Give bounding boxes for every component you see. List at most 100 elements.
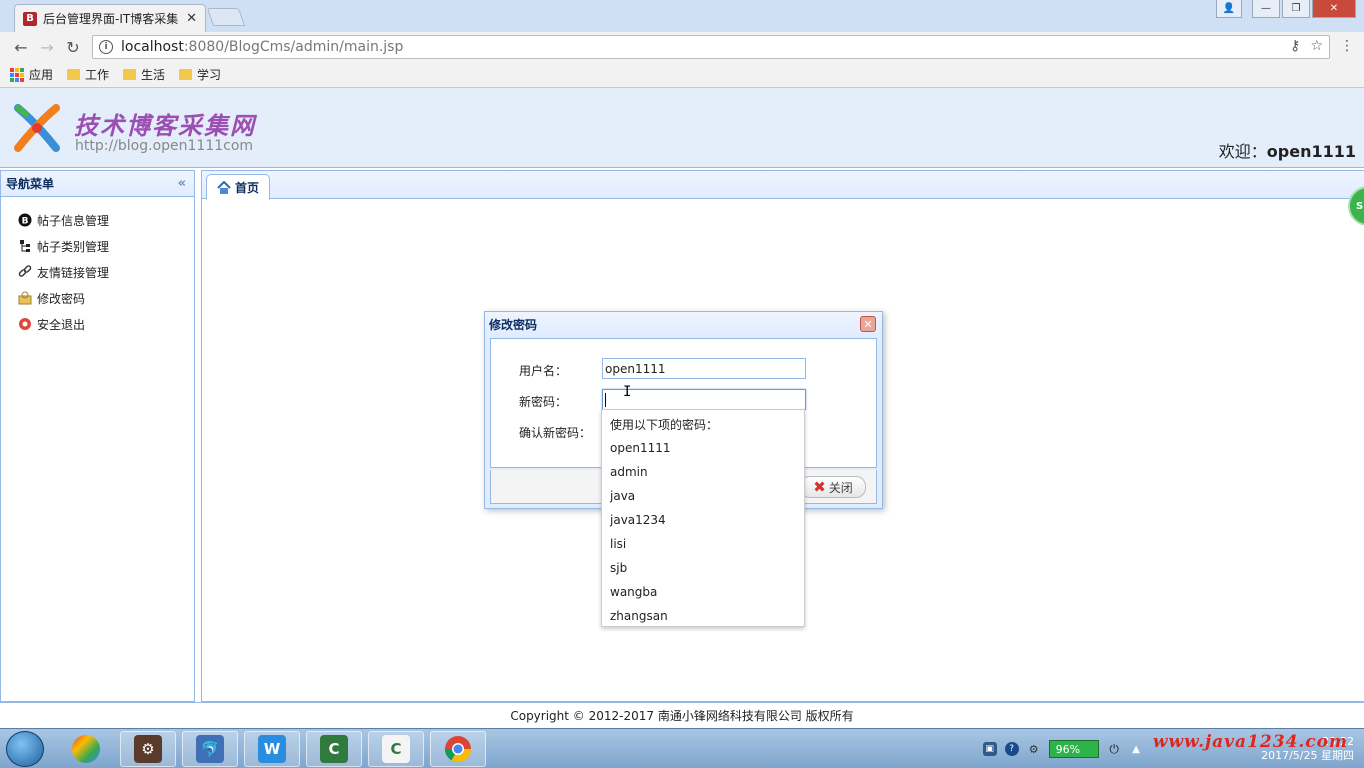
bookmark-label: 学习 xyxy=(197,68,222,82)
confirm-password-label: 确认新密码： xyxy=(519,426,592,440)
nav-item-label: 修改密码 xyxy=(37,291,86,306)
windows-taskbar: ⚙ 🐬 W C C ▣ ? ⚙ 96% ⏻ ▲ 23:22 2017/5/25 … xyxy=(0,728,1364,768)
nav-panel-header: 导航菜单 « xyxy=(1,171,194,197)
nav-item-label: 友情链接管理 xyxy=(37,265,110,280)
tray-icon[interactable]: ▣ xyxy=(982,742,997,756)
autocomplete-item[interactable]: java1234 xyxy=(602,508,804,532)
taskbar-app-camtasia[interactable]: C xyxy=(306,731,362,767)
nav-panel-title: 导航菜单 xyxy=(6,177,55,191)
username-label: 用户名： xyxy=(519,364,568,378)
start-button[interactable] xyxy=(6,731,44,767)
chrome-icon xyxy=(444,736,472,763)
show-hidden-icon[interactable]: ▲ xyxy=(1129,742,1143,756)
bookmark-label: 应用 xyxy=(29,68,54,82)
close-button-label: 关闭 xyxy=(828,480,853,495)
nav-item-change-password[interactable]: 修改密码 xyxy=(1,285,194,311)
autocomplete-item[interactable]: open1111 xyxy=(602,436,804,460)
window-controls: 👤 — ❐ ✕ xyxy=(1216,0,1356,18)
page-footer: Copyright © 2012-2017 南通小锋网络科技有限公司 版权所有 xyxy=(0,702,1364,728)
new-password-field[interactable] xyxy=(602,389,806,410)
apps-grid-icon xyxy=(10,67,24,82)
autocomplete-item[interactable]: wangba xyxy=(602,580,804,604)
bookmark-label: 工作 xyxy=(85,68,110,82)
dialog-header: 修改密码 xyxy=(485,312,882,336)
copyright-text: Copyright © 2012-2017 南通小锋网络科技有限公司 版权所有 xyxy=(510,709,854,723)
site-logo-title: 技术博客采集网 xyxy=(74,111,256,140)
site-header: 技术博客采集网 http://blog.open1111com 欢迎：open1… xyxy=(0,88,1364,168)
bookmark-label: 生活 xyxy=(141,68,166,82)
taskbar-app-1[interactable] xyxy=(58,731,114,767)
text-caret xyxy=(605,392,606,407)
logo-icon xyxy=(14,104,60,152)
bookmarks-bar: 应用 工作 生活 学习 xyxy=(0,62,1364,88)
close-button[interactable]: ✖ 关闭 xyxy=(800,476,866,498)
nav-item-links[interactable]: 友情链接管理 xyxy=(1,259,194,285)
taskbar-app-chrome[interactable] xyxy=(430,731,486,767)
new-tab-button[interactable] xyxy=(206,8,246,26)
taskbar-app-db[interactable]: 🐬 xyxy=(182,731,238,767)
help-icon[interactable]: ? xyxy=(1004,742,1019,756)
bookmark-folder-work[interactable]: 工作 xyxy=(67,66,109,83)
collapse-icon[interactable]: « xyxy=(178,176,186,191)
nav-item-label: 帖子类别管理 xyxy=(37,239,110,254)
minimize-button[interactable]: — xyxy=(1252,0,1280,18)
current-username: open1111 xyxy=(1266,142,1356,161)
autocomplete-item[interactable]: lisi xyxy=(602,532,804,556)
link-icon xyxy=(18,265,32,279)
taskbar-app-java[interactable]: ⚙ xyxy=(120,731,176,767)
camtasia-recorder-icon: C xyxy=(382,735,410,763)
folder-icon xyxy=(179,69,193,80)
bookmark-folder-life[interactable]: 生活 xyxy=(123,66,165,83)
autocomplete-item[interactable]: java xyxy=(602,484,804,508)
welcome-label: 欢迎： xyxy=(1218,142,1267,161)
window-close-button[interactable]: ✕ xyxy=(1312,0,1356,18)
user-icon[interactable]: 👤 xyxy=(1216,0,1242,18)
cancel-icon: ✖ xyxy=(813,478,826,496)
watermark-text: www.java1234.com xyxy=(1152,732,1348,752)
svg-text:B: B xyxy=(22,217,29,227)
site-logo-url: http://blog.open1111com xyxy=(75,138,254,154)
key-icon[interactable]: ⚷ xyxy=(1290,38,1300,54)
blog-icon: B xyxy=(18,213,32,227)
nav-menu: B 帖子信息管理 帖子类别管理 友情链接管理 修改密码 安全退出 xyxy=(1,197,194,337)
power-plug-icon[interactable]: ⏻ xyxy=(1107,742,1121,756)
back-button[interactable]: ← xyxy=(8,34,34,60)
nav-item-posts[interactable]: B 帖子信息管理 xyxy=(1,207,194,233)
dialog-close-icon[interactable]: ✕ xyxy=(860,316,876,332)
tab-home[interactable]: 首页 xyxy=(206,174,271,200)
menu-icon[interactable]: ⋮ xyxy=(1340,38,1354,54)
address-bar[interactable]: i localhost :8080/BlogCms/admin/main.jsp… xyxy=(92,35,1330,59)
welcome-message: 欢迎：open1111 xyxy=(1219,138,1356,162)
bookmark-apps[interactable]: 应用 xyxy=(10,66,53,83)
site-favicon: B xyxy=(23,11,37,26)
browser-tab[interactable]: B 后台管理界面-IT博客采集 ✕ xyxy=(14,4,206,32)
autocomplete-item[interactable]: zhangsan xyxy=(602,604,804,628)
forward-button[interactable]: → xyxy=(34,34,60,60)
nav-item-logout[interactable]: 安全退出 xyxy=(1,311,194,337)
reload-button[interactable]: ↻ xyxy=(60,34,86,60)
tree-icon xyxy=(18,239,32,253)
nav-item-categories[interactable]: 帖子类别管理 xyxy=(1,233,194,259)
bookmark-folder-study[interactable]: 学习 xyxy=(179,66,221,83)
info-icon[interactable]: i xyxy=(99,40,113,54)
username-value: open1111 xyxy=(605,361,666,376)
home-icon xyxy=(217,180,231,194)
wps-icon: W xyxy=(258,735,286,763)
battery-indicator[interactable]: 96% xyxy=(1048,740,1100,758)
dialog-title: 修改密码 xyxy=(489,317,538,332)
autocomplete-item[interactable]: admin xyxy=(602,460,804,484)
autocomplete-item[interactable]: sjb xyxy=(602,556,804,580)
password-autocomplete: 使用以下项的密码： open1111 admin java java1234 l… xyxy=(601,409,805,627)
key-icon xyxy=(18,291,32,305)
taskbar-app-camtasia-2[interactable]: C xyxy=(368,731,424,767)
tab-close-icon[interactable]: ✕ xyxy=(186,11,197,26)
settings-icon[interactable]: ⚙ xyxy=(1027,742,1041,756)
nav-item-label: 帖子信息管理 xyxy=(37,213,110,228)
url-host: localhost xyxy=(121,39,184,55)
maximize-button[interactable]: ❐ xyxy=(1282,0,1310,18)
new-password-label: 新密码： xyxy=(519,395,568,409)
username-field[interactable]: open1111 xyxy=(602,358,806,379)
bookmark-star-icon[interactable]: ☆ xyxy=(1310,38,1323,54)
taskbar-app-wps[interactable]: W xyxy=(244,731,300,767)
tab-title: 后台管理界面-IT博客采集 xyxy=(43,12,179,26)
